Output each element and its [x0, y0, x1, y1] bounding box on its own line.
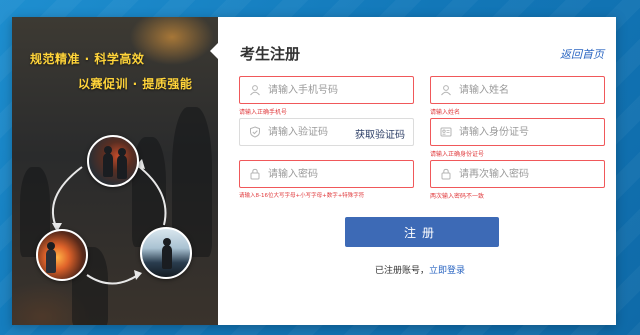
back-home-link[interactable]: 返回首页: [560, 46, 604, 62]
banner-image: 规范精准 · 科学高效 以赛促训 · 提质强能: [12, 17, 218, 325]
training-photo-2: [36, 229, 88, 281]
id-card-icon: [440, 127, 452, 137]
register-card: 规范精准 · 科学高效 以赛促训 · 提质强能 考生注册 返回首页 请输入手机号…: [12, 17, 616, 325]
code-field[interactable]: 获取验证码: [239, 118, 414, 146]
cycle-arrow-bottom: [86, 274, 139, 285]
cycle-arrowhead-bottom: [134, 270, 142, 280]
register-button[interactable]: 注册: [345, 217, 499, 247]
training-photo-1: [87, 135, 139, 187]
banner-notch: [210, 43, 218, 59]
person-figure: [103, 146, 113, 177]
cycle-arrow-left: [52, 166, 83, 230]
confirm-password-input[interactable]: [459, 161, 599, 187]
user-icon: [441, 85, 451, 96]
confirm-password-field[interactable]: [430, 160, 605, 188]
page-title: 考生注册: [240, 45, 301, 63]
phone-error: 请输入正确手机号: [239, 109, 288, 116]
get-code-button[interactable]: 获取验证码: [355, 126, 405, 141]
password-field[interactable]: [239, 160, 414, 188]
phone-field[interactable]: [239, 76, 414, 104]
code-input[interactable]: [268, 119, 348, 145]
password-error: 请输入8-16位大写字母+小写字母+数字+特殊字符: [239, 193, 365, 199]
shield-check-icon: [250, 126, 260, 138]
id-number-field[interactable]: [430, 118, 605, 146]
person-figure: [46, 242, 56, 273]
lock-icon: [441, 168, 451, 180]
phone-input[interactable]: [268, 77, 408, 103]
name-field[interactable]: [430, 76, 605, 104]
name-input[interactable]: [459, 77, 599, 103]
name-error: 请输入姓名: [430, 109, 461, 116]
login-link[interactable]: 立即登录: [429, 266, 465, 276]
password-input[interactable]: [268, 161, 408, 187]
training-photo-3: [140, 227, 192, 279]
login-prompt: 已注册账号，: [375, 266, 430, 276]
confirm-password-error: 两次输入密码不一致: [430, 193, 485, 200]
lock-icon: [250, 168, 260, 180]
person-figure: [162, 238, 172, 269]
person-figure: [117, 148, 127, 179]
id-number-input[interactable]: [459, 119, 599, 145]
cycle-arrow-right: [136, 164, 167, 226]
id-number-error: 请输入正确身份证号: [430, 151, 485, 158]
login-row: 已注册账号，立即登录: [375, 263, 465, 276]
user-icon: [250, 85, 260, 96]
